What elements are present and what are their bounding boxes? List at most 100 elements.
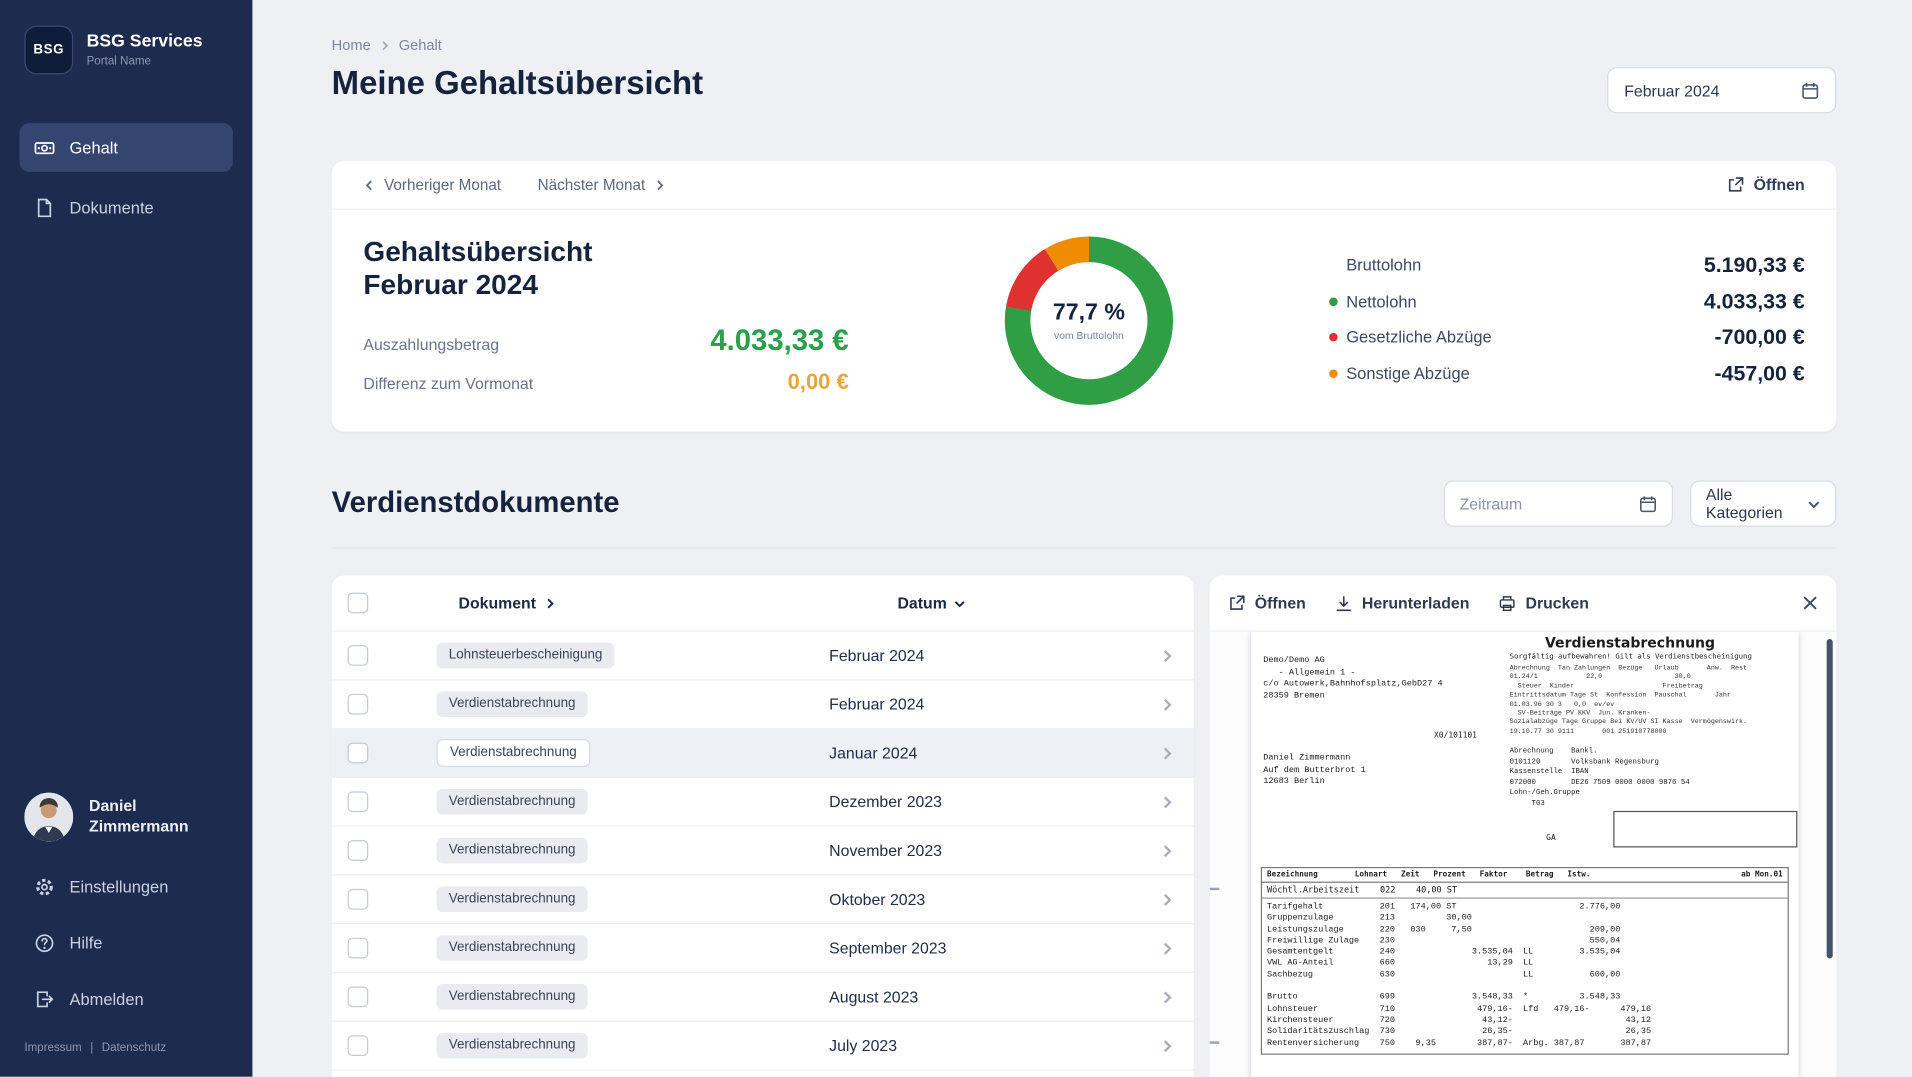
payslip-title: Verdienstabrechnung — [1545, 634, 1715, 651]
sidebar-item-abmelden[interactable]: Abmelden — [20, 971, 233, 1027]
row-checkbox[interactable] — [348, 840, 369, 861]
row-checkbox[interactable] — [348, 938, 369, 959]
row-checkbox[interactable] — [348, 743, 369, 764]
table-row[interactable]: Verdienstabrechnung July 2023 — [332, 1022, 1194, 1071]
sidebar-item-einstellungen[interactable]: Einstellungen — [20, 858, 233, 914]
main-content: Home Gehalt Meine Gehaltsübersicht Febru… — [252, 0, 1912, 1077]
row-chevron-icon[interactable] — [1140, 648, 1194, 663]
salary-stats: Bruttolohn 5.190,33 € Nettolohn 4.033,33… — [1329, 210, 1805, 431]
avatar — [24, 793, 73, 842]
document-badge: Verdienstabrechnung — [437, 935, 588, 961]
download-icon — [1335, 594, 1352, 611]
row-checkbox[interactable] — [348, 694, 369, 715]
stat-value: 5.190,33 € — [1704, 253, 1805, 279]
stat-label: Bruttolohn — [1346, 256, 1421, 274]
sidebar-item-hilfe[interactable]: Hilfe — [20, 915, 233, 971]
sidebar-item-label: Abmelden — [70, 990, 144, 1008]
salary-donut-chart: 77,7 % vom Bruttolohn — [1005, 237, 1173, 405]
brand-logo: BSG — [24, 26, 73, 75]
open-overview-button[interactable]: Öffnen — [1727, 176, 1805, 194]
table-row[interactable]: Verdienstabrechnung November 2023 — [332, 827, 1194, 876]
document-preview-panel: Öffnen Herunterladen — [1210, 576, 1837, 1077]
payslip-reference: X0/101101 — [1434, 730, 1477, 740]
close-icon — [1802, 595, 1818, 611]
month-picker[interactable]: Februar 2024 — [1607, 67, 1836, 113]
preview-open-button[interactable]: Öffnen — [1228, 594, 1306, 612]
sidebar-item-dokumente[interactable]: Dokumente — [20, 183, 233, 232]
user-profile[interactable]: Daniel Zimmermann — [0, 793, 252, 842]
donut-center: 77,7 % vom Bruttolohn — [1030, 262, 1147, 379]
preview-body: Verdienstabrechnung Sorgfältig aufbewahr… — [1210, 632, 1837, 1077]
sidebar-item-gehalt[interactable]: Gehalt — [20, 123, 233, 172]
zeitraum-input[interactable]: Zeitraum — [1444, 480, 1673, 526]
document-badge: Lohnsteuerbescheinigung — [437, 643, 615, 669]
next-month-button[interactable]: Nächster Monat — [538, 176, 666, 193]
row-checkbox[interactable] — [348, 889, 369, 910]
overview-card-body: Gehaltsübersicht Februar 2024 Auszahlung… — [332, 210, 1837, 431]
column-datum[interactable]: Datum — [818, 594, 1140, 612]
chevron-right-icon — [654, 179, 666, 191]
row-checkbox[interactable] — [348, 986, 369, 1007]
row-chevron-icon[interactable] — [1140, 990, 1194, 1005]
stat-dot-3 — [1329, 369, 1338, 378]
row-chevron-icon[interactable] — [1140, 1038, 1194, 1053]
sidebar: BSG BSG Services Portal Name Gehalt — [0, 0, 252, 1077]
row-chevron-icon[interactable] — [1140, 746, 1194, 761]
table-row[interactable]: Verdienstabrechnung Februar 2024 — [332, 680, 1194, 729]
row-checkbox[interactable] — [348, 791, 369, 812]
link-impressum[interactable]: Impressum — [24, 1041, 81, 1054]
brand-name: BSG Services — [87, 31, 203, 52]
table-row[interactable]: Lohnsteuerbescheinigung Februar 2024 — [332, 632, 1194, 681]
payslip-company-address: Demo/Demo AG - Allgemein 1 - c/o Autower… — [1263, 656, 1442, 703]
table-row[interactable]: Verdienstabrechnung Oktober 2023 — [332, 876, 1194, 925]
category-select[interactable]: Alle Kategorien — [1690, 480, 1836, 526]
diff-value: 0,00 € — [788, 370, 849, 396]
preview-print-button[interactable]: Drucken — [1499, 594, 1589, 612]
table-row[interactable]: Verdienstabrechnung August 2023 — [332, 973, 1194, 1022]
row-chevron-icon[interactable] — [1140, 697, 1194, 712]
payslip-page: Verdienstabrechnung Sorgfältig aufbewahr… — [1251, 632, 1799, 1077]
select-all-checkbox[interactable] — [348, 593, 369, 614]
table-row[interactable]: Verdienstabrechnung Dezember 2023 — [332, 778, 1194, 827]
row-chevron-icon[interactable] — [1140, 892, 1194, 907]
stat-dot-1 — [1329, 297, 1338, 306]
document-date: Februar 2024 — [829, 695, 924, 713]
open-external-icon — [1727, 176, 1744, 193]
calendar-icon — [1639, 494, 1657, 512]
row-checkbox[interactable] — [348, 645, 369, 666]
row-checkbox[interactable] — [348, 1035, 369, 1056]
document-date: July 2023 — [829, 1036, 897, 1054]
table-row-selected[interactable]: Verdienstabrechnung Januar 2024 — [332, 729, 1194, 778]
document-date: August 2023 — [829, 988, 918, 1006]
preview-scrollbar[interactable] — [1827, 639, 1833, 958]
preview-download-button[interactable]: Herunterladen — [1335, 594, 1469, 612]
table-header: Dokument Datum — [332, 576, 1194, 632]
document-date: Februar 2024 — [829, 646, 924, 664]
fold-mark — [1210, 888, 1220, 890]
breadcrumb-current[interactable]: Gehalt — [399, 37, 442, 54]
link-datenschutz[interactable]: Datenschutz — [102, 1041, 166, 1054]
gear-icon — [34, 876, 55, 897]
brand-subtitle: Portal Name — [87, 55, 203, 68]
donut-percent: 77,7 % — [1053, 300, 1125, 327]
preview-close-button[interactable] — [1802, 595, 1818, 611]
table-row[interactable]: Verdienstabrechnung September 2023 — [332, 924, 1194, 973]
row-chevron-icon[interactable] — [1140, 794, 1194, 809]
breadcrumb-home[interactable]: Home — [332, 37, 371, 54]
stat-value: -700,00 € — [1715, 325, 1805, 351]
column-dokument[interactable]: Dokument — [437, 594, 819, 612]
payslip-table-header-right: ab Mon.01 — [1741, 871, 1783, 880]
payslip-employee-address: Daniel Zimmermann Auf dem Butterbrot 1 1… — [1263, 754, 1365, 789]
logout-icon — [34, 988, 55, 1009]
document-badge: Verdienstabrechnung — [437, 886, 588, 912]
stat-dot-2 — [1329, 333, 1338, 342]
document-icon — [34, 197, 55, 218]
payslip-item-rows: Tarifgehalt 201 174,00 ST 2.776,00 Grupp… — [1262, 899, 1788, 1054]
payslip-bank-details: Abrechnung Bankl. 0101120 Volksbank Rege… — [1510, 746, 1690, 809]
row-chevron-icon[interactable] — [1140, 843, 1194, 858]
app-root: BSG BSG Services Portal Name Gehalt — [0, 0, 1912, 1077]
row-chevron-icon[interactable] — [1140, 941, 1194, 956]
overview-card-header: Vorheriger Monat Nächster Monat Öffnen — [332, 161, 1837, 210]
prev-month-button[interactable]: Vorheriger Monat — [363, 176, 501, 193]
donut-sublabel: vom Bruttolohn — [1054, 329, 1124, 341]
